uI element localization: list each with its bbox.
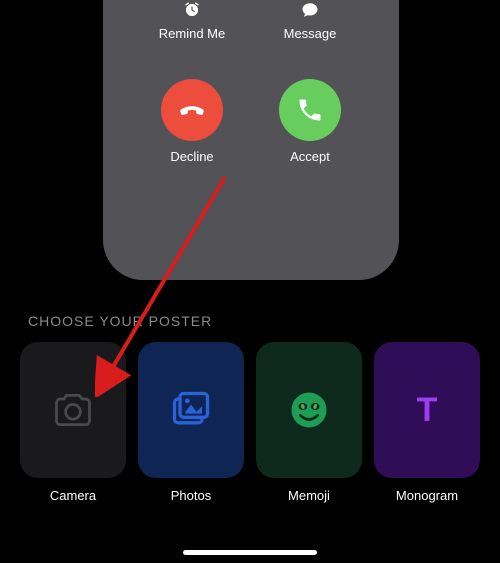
poster-monogram[interactable]: T Monogram [374, 342, 480, 503]
poster-memoji[interactable]: Memoji [256, 342, 362, 503]
accept-button[interactable]: Accept [270, 79, 350, 164]
poster-photos[interactable]: Photos [138, 342, 244, 503]
camera-icon [51, 388, 95, 432]
home-indicator[interactable] [183, 550, 317, 555]
memoji-tile [256, 342, 362, 478]
monogram-tile: T [374, 342, 480, 478]
decline-label: Decline [170, 149, 213, 164]
monogram-letter: T [417, 391, 438, 430]
photos-icon [169, 388, 213, 432]
decline-button[interactable]: Decline [152, 79, 232, 164]
alarm-icon [182, 0, 202, 20]
accept-circle [279, 79, 341, 141]
section-header: CHOOSE YOUR POSTER [28, 313, 212, 329]
camera-label: Camera [50, 488, 96, 503]
photos-tile [138, 342, 244, 478]
call-buttons-row: Decline Accept [123, 79, 379, 164]
poster-options-row: Camera Photos Memoji [20, 342, 480, 503]
call-options-row: Remind Me Message [123, 0, 379, 41]
memoji-icon [288, 389, 330, 431]
phone-call-preview: Remind Me Message Decline [103, 0, 399, 280]
accept-label: Accept [290, 149, 330, 164]
phone-down-icon [177, 95, 207, 125]
camera-tile [20, 342, 126, 478]
message-label: Message [284, 26, 337, 41]
photos-label: Photos [171, 488, 211, 503]
memoji-label: Memoji [288, 488, 330, 503]
message-option[interactable]: Message [270, 0, 350, 41]
remind-me-label: Remind Me [159, 26, 225, 41]
phone-icon [296, 96, 324, 124]
remind-me-option[interactable]: Remind Me [152, 0, 232, 41]
poster-camera[interactable]: Camera [20, 342, 126, 503]
message-icon [300, 0, 320, 20]
decline-circle [161, 79, 223, 141]
monogram-label: Monogram [396, 488, 458, 503]
